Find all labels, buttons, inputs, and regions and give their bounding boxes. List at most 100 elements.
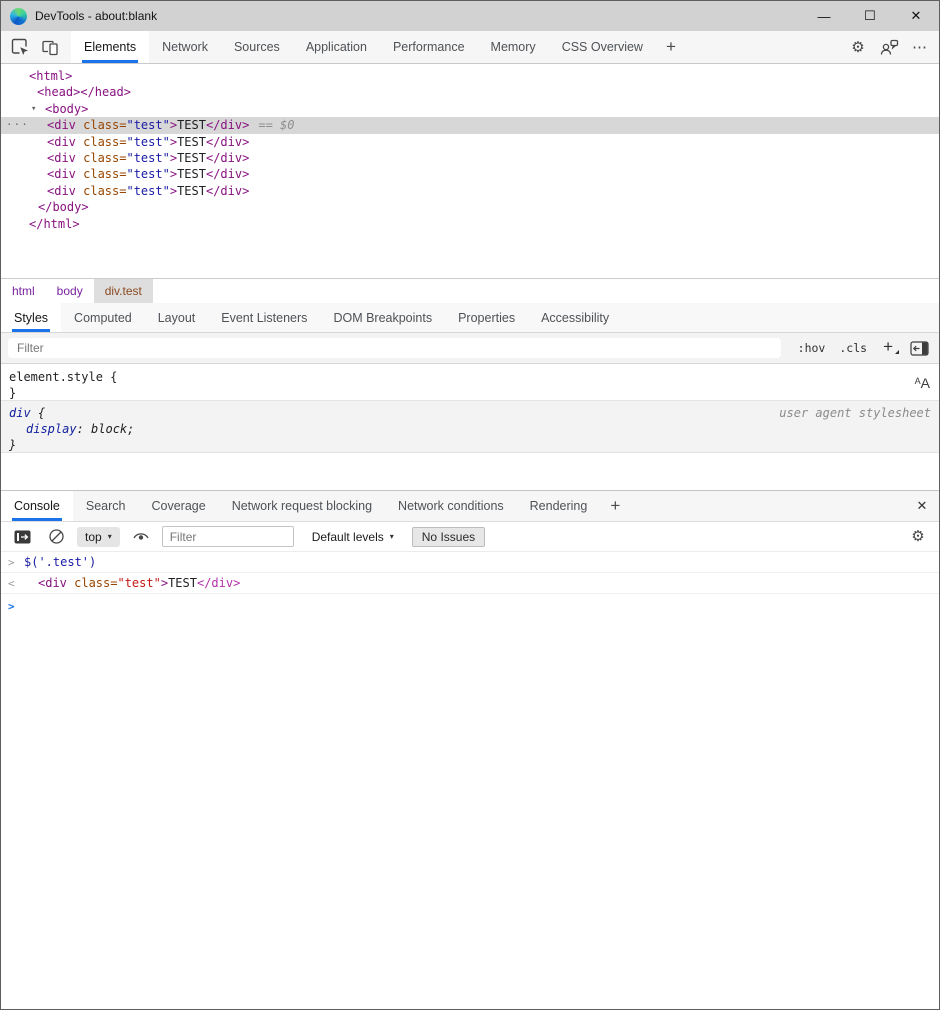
drawer-tab-network-conditions[interactable]: Network conditions bbox=[385, 491, 517, 521]
code-token-attr: class= bbox=[83, 151, 126, 165]
settings-gear-icon[interactable]: ⚙ bbox=[845, 34, 871, 60]
tab-application[interactable]: Application bbox=[293, 31, 380, 63]
code-token-attr: class= bbox=[83, 135, 126, 149]
console-drawer-tab-strip: ConsoleSearchCoverageNetwork request blo… bbox=[1, 490, 939, 522]
code-token-value: "test" bbox=[126, 184, 169, 198]
main-toolbar: ElementsNetworkSourcesApplicationPerform… bbox=[1, 31, 939, 64]
dom-tree-row[interactable]: <head></head> bbox=[1, 84, 939, 100]
tab-performance[interactable]: Performance bbox=[380, 31, 478, 63]
tab-elements[interactable]: Elements bbox=[71, 31, 149, 63]
dom-tree-row[interactable]: </body> bbox=[1, 199, 939, 215]
sidebar-tab-dom-breakpoints[interactable]: DOM Breakpoints bbox=[320, 303, 445, 332]
console-toolbar: top ▾ Default levels ▾ No Issues ⚙ bbox=[1, 522, 939, 552]
code-token-tag: > bbox=[170, 118, 177, 132]
code-token-value: "test" bbox=[126, 118, 169, 132]
console-log-area: > $('.test') < <div class="test">TEST</d… bbox=[1, 552, 939, 1009]
breadcrumb-body[interactable]: body bbox=[46, 279, 94, 303]
live-expression-eye-icon[interactable] bbox=[128, 524, 154, 550]
more-options-icon[interactable]: ⋯ bbox=[907, 34, 933, 60]
drawer-tab-search[interactable]: Search bbox=[73, 491, 139, 521]
inspect-element-icon[interactable] bbox=[7, 34, 33, 60]
font-editor-icon[interactable]: AA bbox=[915, 376, 930, 390]
issues-counter-button[interactable]: No Issues bbox=[412, 527, 485, 547]
code-token-attr: class= bbox=[83, 167, 126, 181]
dom-tree-row[interactable]: ···<div class="test">TEST</div>== $0 bbox=[1, 117, 939, 133]
ua-rule-selector: div bbox=[9, 406, 31, 420]
more-tools-button[interactable]: + bbox=[656, 31, 686, 63]
code-token-tag: <div bbox=[47, 118, 83, 132]
code-token-text: TEST bbox=[177, 151, 206, 165]
breadcrumb-div-test[interactable]: div.test bbox=[94, 279, 153, 303]
dom-tree-row[interactable]: <html> bbox=[1, 68, 939, 84]
sidebar-tab-layout[interactable]: Layout bbox=[145, 303, 209, 332]
console-filter-input[interactable] bbox=[162, 526, 294, 547]
user-agent-style-rule[interactable]: div { user agent stylesheet display: blo… bbox=[1, 401, 939, 453]
drawer-tab-rendering[interactable]: Rendering bbox=[517, 491, 601, 521]
toggle-element-classes-button[interactable]: .cls bbox=[832, 341, 874, 355]
code-token-tag: </div> bbox=[206, 135, 249, 149]
minimize-button[interactable]: — bbox=[801, 1, 847, 31]
dom-tree-row[interactable]: ▾ <body> bbox=[1, 101, 939, 117]
sidebar-tab-computed[interactable]: Computed bbox=[61, 303, 145, 332]
console-tabs: ConsoleSearchCoverageNetwork request blo… bbox=[1, 491, 600, 521]
breadcrumb: htmlbodydiv.test bbox=[1, 278, 939, 303]
dom-tree-row[interactable]: <div class="test">TEST</div> bbox=[1, 134, 939, 150]
css-property-row[interactable]: display: block; bbox=[9, 421, 931, 437]
code-token-tag: <div bbox=[47, 135, 83, 149]
sidebar-tab-accessibility[interactable]: Accessibility bbox=[528, 303, 622, 332]
sidebar-tab-styles[interactable]: Styles bbox=[1, 303, 61, 332]
inline-style-rule[interactable]: element.style { } AA bbox=[1, 364, 939, 401]
command-chevron-icon: > bbox=[8, 556, 24, 569]
devtools-window: DevTools - about:blank — ☐ ✕ ElementsNet bbox=[0, 0, 940, 1010]
console-result-entry[interactable]: < <div class="test">TEST</div> bbox=[1, 573, 939, 594]
drawer-tab-coverage[interactable]: Coverage bbox=[138, 491, 218, 521]
dom-tree-row[interactable]: <div class="test">TEST</div> bbox=[1, 166, 939, 182]
ua-rule-header: div { user agent stylesheet bbox=[9, 405, 931, 421]
sidebar-tab-properties[interactable]: Properties bbox=[445, 303, 528, 332]
sidebar-tab-event-listeners[interactable]: Event Listeners bbox=[208, 303, 320, 332]
close-drawer-icon[interactable]: ✕ bbox=[905, 491, 939, 521]
console-sidebar-toggle-icon[interactable] bbox=[9, 524, 35, 550]
code-token-tag: > bbox=[170, 167, 177, 181]
new-style-rule-button[interactable]: + bbox=[874, 337, 902, 359]
title-bar: DevTools - about:blank — ☐ ✕ bbox=[1, 1, 939, 31]
dom-tree-row[interactable]: <div class="test">TEST</div> bbox=[1, 150, 939, 166]
console-command-entry[interactable]: > $('.test') bbox=[1, 552, 939, 573]
dom-tree-row[interactable]: <div class="test">TEST</div> bbox=[1, 183, 939, 199]
feedback-icon[interactable] bbox=[876, 34, 902, 60]
close-button[interactable]: ✕ bbox=[893, 1, 939, 31]
console-command-text: $('.test') bbox=[24, 556, 96, 569]
code-token-tag: <div bbox=[47, 167, 83, 181]
breadcrumb-html[interactable]: html bbox=[1, 279, 46, 303]
expand-arrow-icon[interactable]: ▾ bbox=[31, 101, 36, 117]
console-token-ctext: TEST bbox=[168, 576, 197, 590]
code-token-value: "test" bbox=[126, 135, 169, 149]
clear-console-icon[interactable] bbox=[43, 524, 69, 550]
code-token-tag: <head></head> bbox=[37, 85, 131, 99]
tab-sources[interactable]: Sources bbox=[221, 31, 293, 63]
main-toolbar-icons bbox=[1, 31, 71, 63]
more-drawer-tools-button[interactable]: + bbox=[600, 491, 630, 521]
drawer-tab-network-request-blocking[interactable]: Network request blocking bbox=[219, 491, 385, 521]
row-overflow-dots[interactable]: ··· bbox=[6, 117, 29, 133]
styles-filter-input[interactable] bbox=[8, 338, 781, 358]
console-settings-gear-icon[interactable]: ⚙ bbox=[905, 524, 931, 550]
device-toolbar-icon[interactable] bbox=[37, 34, 63, 60]
code-token-tag: <html> bbox=[29, 69, 72, 83]
window-controls: — ☐ ✕ bbox=[801, 1, 939, 31]
tab-memory[interactable]: Memory bbox=[478, 31, 549, 63]
computed-sidebar-toggle-icon[interactable] bbox=[906, 335, 932, 361]
tab-css-overview[interactable]: CSS Overview bbox=[549, 31, 656, 63]
maximize-button[interactable]: ☐ bbox=[847, 1, 893, 31]
toggle-pseudo-classes-button[interactable]: :hov bbox=[791, 341, 833, 355]
code-token-tag: > bbox=[170, 135, 177, 149]
console-prompt[interactable]: > bbox=[1, 594, 939, 616]
javascript-context-select[interactable]: top ▾ bbox=[77, 527, 120, 547]
drawer-tab-console[interactable]: Console bbox=[1, 491, 73, 521]
log-levels-select[interactable]: Default levels ▾ bbox=[308, 530, 398, 544]
code-token-tag: <body> bbox=[45, 102, 88, 116]
tab-network[interactable]: Network bbox=[149, 31, 221, 63]
dom-tree-row[interactable]: </html> bbox=[1, 216, 939, 232]
code-token-value: "test" bbox=[126, 167, 169, 181]
console-token-ctag: <div bbox=[38, 576, 74, 590]
